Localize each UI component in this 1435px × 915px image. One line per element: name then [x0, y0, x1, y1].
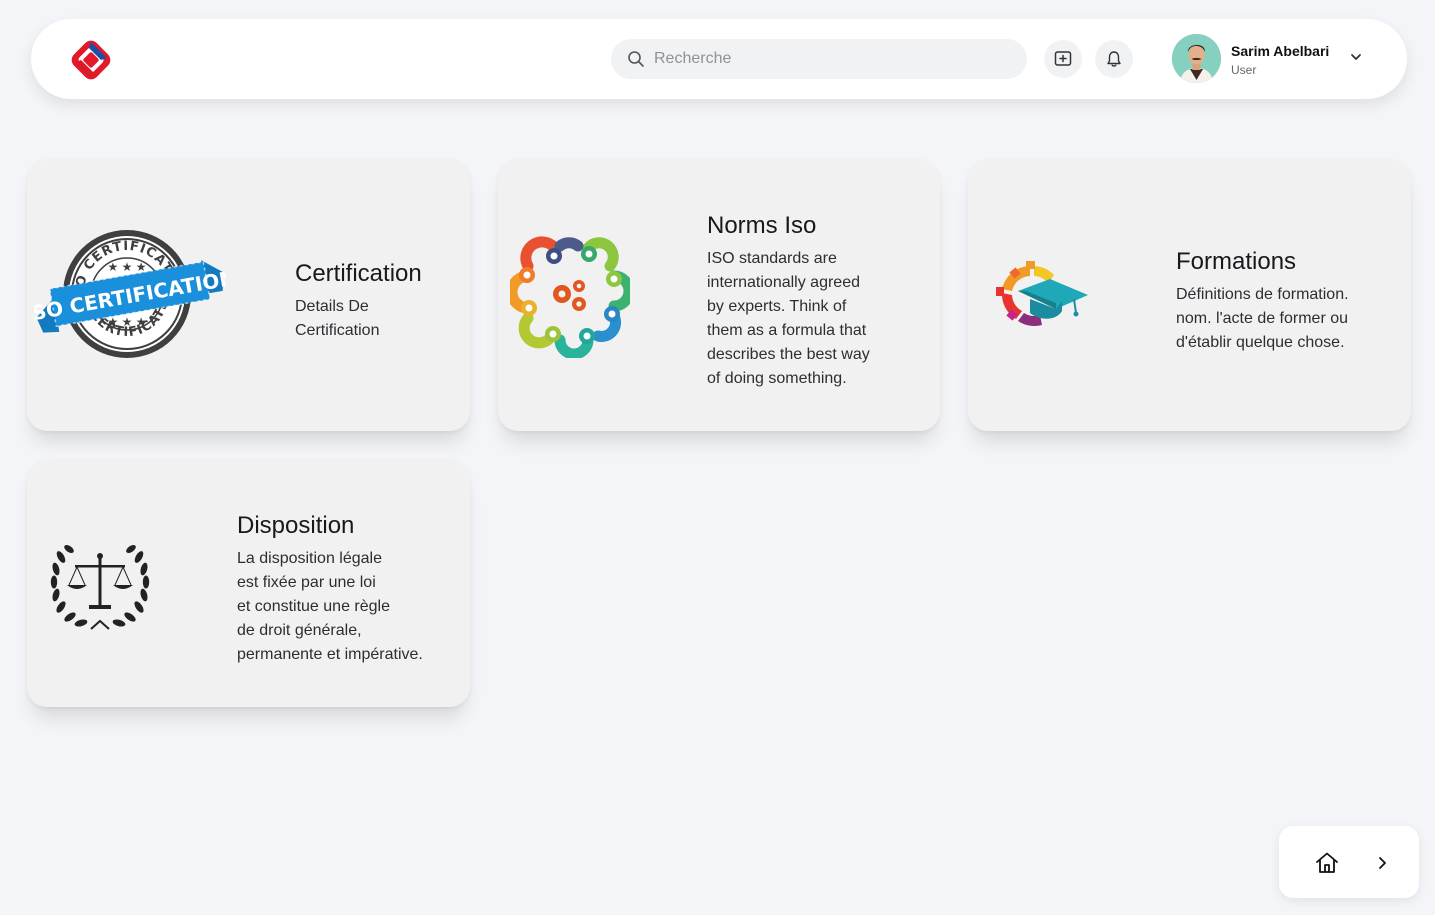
justice-scales-laurel-icon — [47, 535, 153, 633]
gears-network-icon — [506, 236, 635, 360]
card-title: Formations — [1176, 248, 1297, 275]
card-description: Details De Certification — [295, 298, 380, 339]
card-title: Certification — [295, 260, 422, 287]
card-norms-iso[interactable]: Norms Iso ISO standards are internationa… — [498, 159, 940, 431]
add-icon — [1054, 51, 1072, 66]
home-icon[interactable] — [1314, 850, 1340, 876]
iso-certification-stamp-icon: ISO CERTIFICATION ISO CERTIFICATION ★ ★ … — [23, 212, 238, 363]
card-description: ISO standards are internationally agreed… — [707, 250, 870, 387]
search-input[interactable] — [654, 44, 994, 74]
chevron-down-icon[interactable] — [1349, 50, 1363, 64]
svg-text:★ ★ ★: ★ ★ ★ — [108, 315, 147, 329]
notifications-button[interactable] — [1095, 40, 1133, 78]
bottom-nav — [1279, 826, 1419, 898]
graduation-gear-icon — [996, 261, 1092, 331]
avatar[interactable] — [1172, 34, 1221, 83]
search-bar[interactable] — [611, 39, 1027, 79]
user-name: Sarim Abelbari — [1231, 43, 1330, 59]
card-description: Définitions de formation. nom. l'acte de… — [1176, 286, 1349, 351]
card-title: Disposition — [237, 512, 355, 539]
card-disposition[interactable]: Disposition La disposition légale est fi… — [27, 459, 470, 707]
chevron-right-icon[interactable] — [1374, 853, 1390, 873]
card-title: Norms Iso — [707, 212, 817, 239]
card-formations[interactable]: Formations Définitions de formation. nom… — [968, 159, 1411, 431]
top-navbar: Sarim Abelbari User — [31, 19, 1407, 99]
add-button[interactable] — [1044, 40, 1082, 78]
user-role: User — [1231, 63, 1257, 77]
app-logo-icon[interactable] — [67, 36, 115, 84]
card-description: La disposition légale est fixée par une … — [237, 550, 423, 663]
card-certification[interactable]: ISO CERTIFICATION ISO CERTIFICATION ★ ★ … — [23, 159, 470, 431]
bell-icon — [1107, 51, 1121, 67]
svg-text:★ ★ ★: ★ ★ ★ — [108, 260, 147, 274]
search-icon — [627, 50, 645, 68]
